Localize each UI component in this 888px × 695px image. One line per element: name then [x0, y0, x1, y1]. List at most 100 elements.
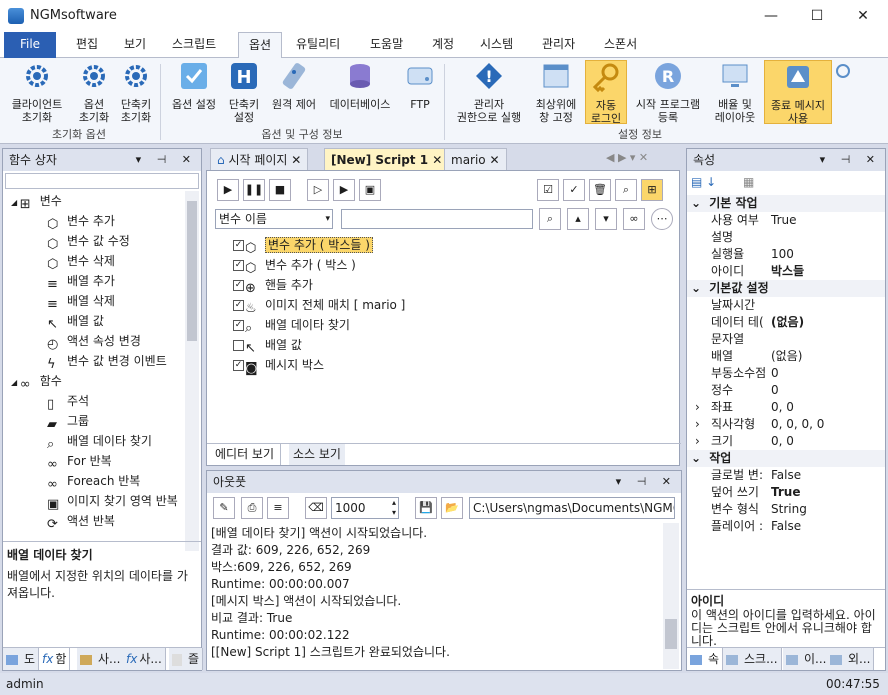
tab-script-list[interactable]: 스크...	[723, 648, 782, 670]
tree-item[interactable]: ◴ 액션 속성 변경	[47, 331, 141, 352]
tree-item[interactable]: ◢ ∞ 함수	[11, 371, 62, 392]
action-checkbox[interactable]: ✓	[233, 280, 244, 291]
tree-item[interactable]: ≡ 배열 삭제	[47, 291, 115, 312]
property-row[interactable]: 아이디 박스들	[687, 263, 885, 280]
tree-scrollbar[interactable]	[185, 191, 199, 551]
expand-icon[interactable]: ›	[695, 399, 700, 416]
step-next-button[interactable]: ▶	[333, 179, 355, 201]
property-value[interactable]: (없음)	[771, 348, 802, 365]
eraser-button[interactable]: ⌫	[305, 497, 327, 519]
tree-item[interactable]: ∞ For 반복	[47, 451, 112, 472]
action-checkbox[interactable]: ✓	[233, 360, 244, 371]
tab-options[interactable]: 옵션	[238, 32, 283, 59]
database-button[interactable]: 데이터베이스	[322, 60, 398, 111]
reset-client-button[interactable]: 클라이언트 초기화	[4, 60, 70, 124]
collapse-icon[interactable]: ⌄	[691, 281, 705, 295]
property-value[interactable]: True	[771, 212, 797, 229]
tree-item[interactable]: ⟳ 액션 반복	[47, 511, 115, 532]
tab-functions[interactable]: fx 함	[39, 648, 71, 670]
ribbon-refresh-icon[interactable]	[836, 64, 850, 78]
folder-icon[interactable]: 📂	[441, 497, 463, 519]
output-scrollbar[interactable]	[663, 523, 679, 669]
check-button[interactable]: ✓	[563, 179, 585, 201]
action-checkbox[interactable]: ✓	[233, 240, 244, 251]
startup-register-button[interactable]: R 시작 프로그램 등록	[628, 60, 708, 124]
play-button[interactable]: ▶	[217, 179, 239, 201]
doc-tab-mario[interactable]: mario ✕	[444, 148, 507, 170]
close-button[interactable]: ✕	[840, 0, 886, 32]
close-icon[interactable]: ✕	[291, 153, 301, 167]
property-row[interactable]: 글로벌 변: False	[687, 467, 885, 484]
property-value[interactable]: False	[771, 467, 801, 484]
property-pages-icon[interactable]: ▦	[743, 175, 754, 189]
auto-login-button[interactable]: 자동 로그인	[585, 60, 627, 125]
property-category[interactable]: ⌄ 작업	[687, 450, 885, 467]
tree-item[interactable]: ⬡ 변수 값 수정	[47, 231, 130, 252]
tab-toolbox[interactable]: 도	[3, 648, 40, 670]
move-up-button[interactable]: ▴	[567, 208, 589, 230]
pause-button[interactable]: ❚❚	[243, 179, 265, 201]
more-icon[interactable]: ⋯	[651, 208, 673, 230]
find-button[interactable]: ⌕	[615, 179, 637, 201]
tree-item[interactable]: ⬡ 변수 추가	[47, 211, 115, 232]
script-action-item[interactable]: ✓ ⬡ 변수 추가 ( 박스들 )	[233, 235, 373, 256]
tab-help[interactable]: 도움말	[360, 32, 413, 58]
tab-account[interactable]: 계정	[422, 32, 464, 58]
function-box-search[interactable]	[5, 173, 199, 189]
property-row[interactable]: 정수 0	[687, 382, 885, 399]
save-icon[interactable]: 💾	[415, 497, 437, 519]
tab-source-view[interactable]: 소스 보기	[289, 444, 345, 465]
script-action-item[interactable]: ✓ ◙ 메시지 박스	[233, 355, 324, 376]
property-row[interactable]: 덮어 쓰기 True	[687, 484, 885, 501]
script-action-item[interactable]: ✓ ⌕ 배열 데이타 찾기	[233, 315, 350, 336]
property-category[interactable]: ⌄ 기본 작업	[687, 195, 885, 212]
tree-item[interactable]: ▯ 주석	[47, 391, 89, 412]
property-row[interactable]: 실행율 100	[687, 246, 885, 263]
action-checkbox[interactable]: ✓	[233, 300, 244, 311]
expand-icon[interactable]: ›	[695, 416, 700, 433]
property-value[interactable]: 0	[771, 365, 779, 382]
run-as-admin-button[interactable]: ! 관리자 권한으로 실행	[448, 60, 530, 124]
option-settings-button[interactable]: 옵션 설정	[166, 60, 222, 111]
reset-shortcuts-button[interactable]: 단축키 초기화	[116, 60, 156, 124]
sort-category-icon[interactable]: ▤ ↓	[691, 175, 716, 189]
action-checkbox[interactable]	[233, 340, 244, 351]
tab-edit[interactable]: 편집	[66, 32, 108, 58]
tab-properties[interactable]: 속	[687, 648, 724, 670]
property-row[interactable]: › 크기 0, 0	[687, 433, 885, 450]
always-on-top-button[interactable]: 최상위에 창 고정	[530, 60, 582, 124]
property-row[interactable]: 문자열	[687, 331, 885, 348]
step-play-button[interactable]: ▷	[307, 179, 329, 201]
shortcut-settings-button[interactable]: H 단축키 설정	[222, 60, 266, 124]
collapse-icon[interactable]: ⌄	[691, 196, 705, 210]
property-value[interactable]: 0, 0	[771, 399, 794, 416]
delete-button[interactable]: 🗑	[589, 179, 611, 201]
list-button[interactable]: ≡	[267, 497, 289, 519]
property-row[interactable]: 설명	[687, 229, 885, 246]
tree-item[interactable]: ▰ 그룹	[47, 411, 89, 432]
maximize-button[interactable]: ☐	[794, 0, 840, 32]
tab-favorites[interactable]: 즐	[169, 648, 204, 670]
tab-user-1[interactable]: 사...	[77, 648, 125, 670]
tab-view[interactable]: 보기	[114, 32, 156, 58]
tab-sponsor[interactable]: 스폰서	[594, 32, 647, 58]
scrollbar-thumb[interactable]	[187, 201, 197, 341]
step-end-button[interactable]: ▣	[359, 179, 381, 201]
tab-user-2[interactable]: fx 사...	[123, 648, 166, 670]
property-value[interactable]: 0	[771, 382, 779, 399]
property-row[interactable]: 날짜시간	[687, 297, 885, 314]
property-row[interactable]: 사용 여부 True	[687, 212, 885, 229]
property-value[interactable]: True	[771, 484, 800, 501]
action-checkbox[interactable]: ✓	[233, 260, 244, 271]
tree-item[interactable]: ⬡ 변수 삭제	[47, 251, 115, 272]
doc-tab-script[interactable]: [New] Script 1 ✕	[324, 148, 450, 170]
clear-output-button[interactable]: ✎	[213, 497, 235, 519]
tab-file[interactable]: File	[4, 32, 56, 58]
output-path-field[interactable]: C:\Users\ngmas\Documents\NGM6\	[469, 497, 675, 519]
scale-layout-button[interactable]: 배율 및 레이아웃	[708, 60, 762, 124]
collapse-icon[interactable]: ⌄	[691, 451, 705, 465]
tab-system[interactable]: 시스템	[470, 32, 523, 58]
property-value[interactable]: 100	[771, 246, 794, 263]
check-all-button[interactable]: ☑	[537, 179, 559, 201]
expand-icon[interactable]: ›	[695, 433, 700, 450]
